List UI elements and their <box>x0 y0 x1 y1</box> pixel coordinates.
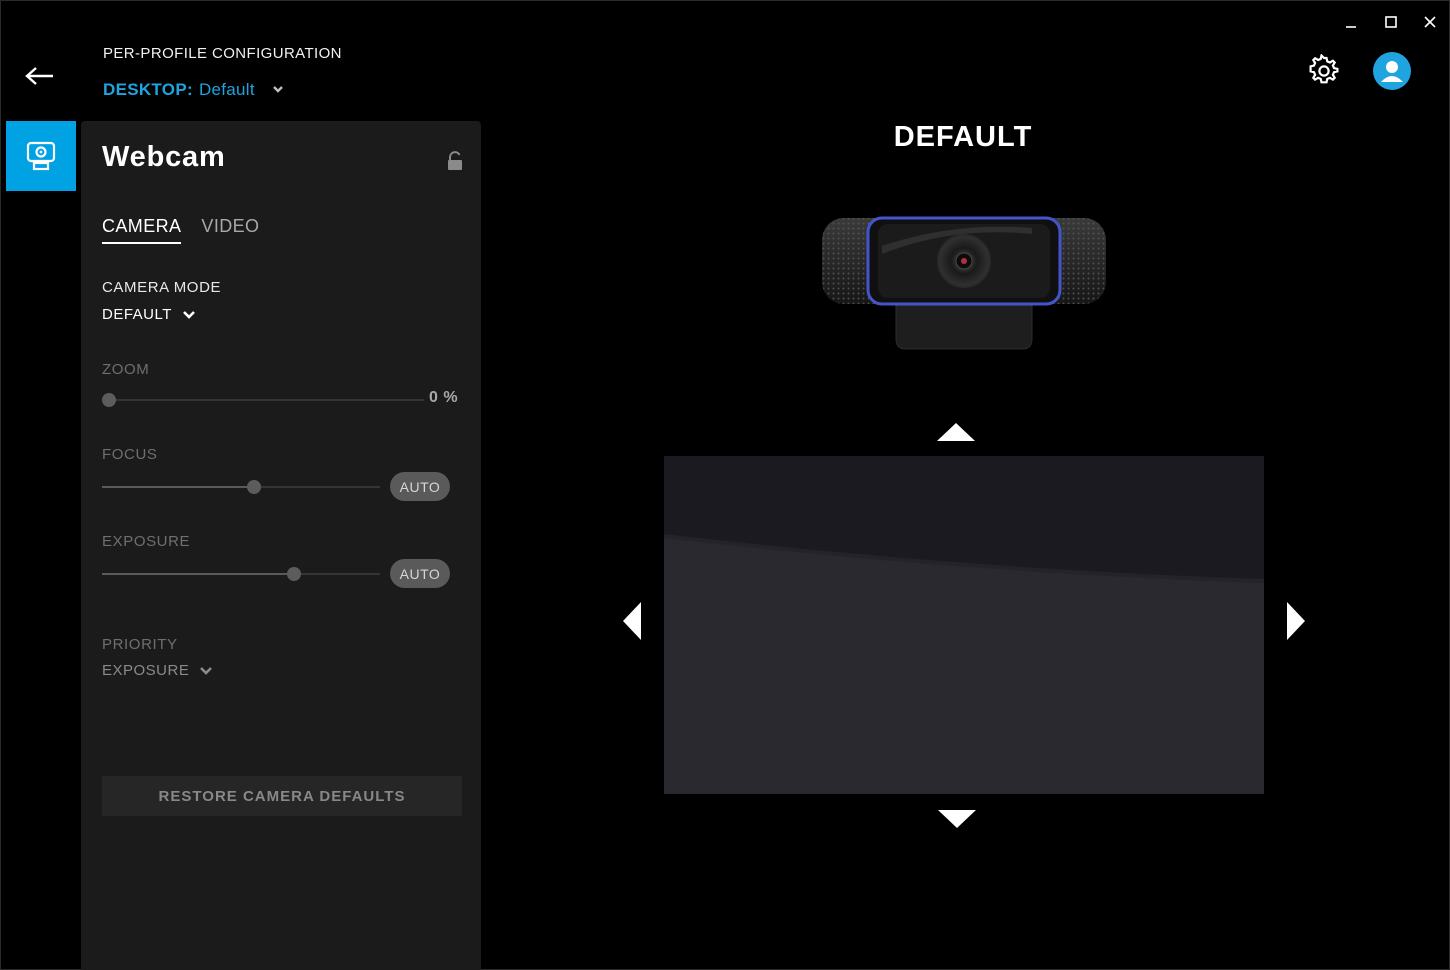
tab-camera[interactable]: CAMERA <box>102 216 182 244</box>
profile-value: Default <box>198 80 255 99</box>
settings-panel: Webcam CAMERA VIDEO CAMERA MODE DEFAULT … <box>81 121 481 970</box>
restore-defaults-button[interactable]: RESTORE CAMERA DEFAULTS <box>102 776 462 816</box>
exposure-label: EXPOSURE <box>102 533 191 550</box>
pan-down-button[interactable] <box>935 806 979 832</box>
priority-value: EXPOSURE <box>102 662 190 679</box>
arrow-left-icon <box>25 67 53 85</box>
zoom-label: ZOOM <box>102 361 150 378</box>
webcam-image <box>816 206 1112 356</box>
camera-mode-value: DEFAULT <box>102 306 172 323</box>
chevron-down-icon <box>273 86 283 93</box>
focus-label: FOCUS <box>102 446 158 463</box>
unlock-icon[interactable] <box>446 151 464 171</box>
triangle-down-icon <box>938 810 976 828</box>
slider-fill <box>102 486 254 488</box>
profile-label: DESKTOP: <box>103 80 193 99</box>
device-tab-webcam[interactable] <box>6 121 76 191</box>
pan-left-button[interactable] <box>619 599 645 643</box>
user-icon <box>1381 61 1403 82</box>
back-button[interactable] <box>23 61 57 91</box>
slider-track <box>102 399 424 401</box>
settings-button[interactable] <box>1307 53 1341 88</box>
chevron-down-icon <box>200 666 213 675</box>
chevron-down-icon <box>182 310 195 319</box>
focus-auto-toggle[interactable]: AUTO <box>390 472 450 501</box>
priority-label: PRIORITY <box>102 636 178 653</box>
camera-preview[interactable] <box>664 456 1264 794</box>
profile-dropdown[interactable]: DESKTOP: Default <box>103 80 289 100</box>
slider-thumb[interactable] <box>247 480 261 494</box>
maximize-icon[interactable] <box>1378 9 1404 35</box>
account-button[interactable] <box>1373 52 1411 90</box>
zoom-slider[interactable] <box>102 392 424 408</box>
webcam-icon <box>26 141 56 171</box>
camera-mode-label: CAMERA MODE <box>102 279 222 296</box>
slider-fill <box>102 573 294 575</box>
triangle-right-icon <box>1287 602 1305 640</box>
zoom-value: 0 % <box>429 389 459 406</box>
page-title: PER-PROFILE CONFIGURATION <box>103 45 342 62</box>
minimize-icon[interactable] <box>1338 9 1364 35</box>
slider-thumb[interactable] <box>102 393 116 407</box>
focus-slider[interactable] <box>102 479 380 495</box>
gear-icon <box>1309 53 1339 84</box>
tab-bar: CAMERA VIDEO <box>102 216 259 244</box>
priority-dropdown[interactable]: EXPOSURE <box>102 662 214 679</box>
triangle-left-icon <box>623 602 641 640</box>
pan-right-button[interactable] <box>1283 599 1309 643</box>
close-icon[interactable] <box>1417 9 1443 35</box>
exposure-auto-toggle[interactable]: AUTO <box>390 559 450 588</box>
pan-up-button[interactable] <box>934 419 978 445</box>
profile-heading: DEFAULT <box>893 121 1033 153</box>
app-window: PER-PROFILE CONFIGURATION DESKTOP: Defau… <box>0 0 1450 970</box>
triangle-up-icon <box>937 423 975 441</box>
exposure-slider[interactable] <box>102 566 380 582</box>
camera-mode-dropdown[interactable]: DEFAULT <box>102 306 197 323</box>
slider-thumb[interactable] <box>287 567 301 581</box>
tab-video[interactable]: VIDEO <box>201 216 259 244</box>
panel-title: Webcam <box>102 141 226 173</box>
